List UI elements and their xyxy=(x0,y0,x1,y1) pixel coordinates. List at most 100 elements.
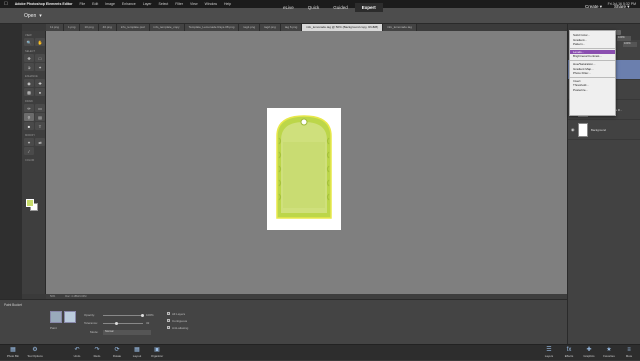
contiguous-checkbox[interactable] xyxy=(167,319,170,322)
photo-bin-button[interactable]: ▦ Photo Bin xyxy=(2,346,24,361)
tool-options-bar: Paint Bucket Paint Opacity: 100% Toleran… xyxy=(0,299,567,344)
panel-opacity-box[interactable]: 100% xyxy=(617,36,631,41)
open-button[interactable]: Open ▾ xyxy=(24,13,42,19)
effects-button[interactable]: fx Effects xyxy=(558,346,580,361)
layer-name[interactable]: Background xyxy=(591,128,606,132)
move-tool-icon[interactable]: ✥ xyxy=(24,54,34,62)
menu-image[interactable]: Image xyxy=(105,2,115,6)
eye-icon[interactable]: ◉ xyxy=(571,127,575,132)
fx-icon: fx xyxy=(566,347,572,353)
redo-button[interactable]: ↷ Redo xyxy=(86,346,108,361)
opacity-label: Opacity: xyxy=(84,313,96,317)
opacity-knob[interactable] xyxy=(141,314,144,317)
layers-button[interactable]: ☰ Layers xyxy=(538,346,560,361)
brush-icon[interactable]: ✏ xyxy=(24,104,34,112)
share-button[interactable]: Share ▾ xyxy=(614,4,630,10)
sponge-icon[interactable]: ▩ xyxy=(24,88,34,96)
menu-filter[interactable]: Filter xyxy=(175,2,183,6)
tolerance-slider[interactable] xyxy=(103,323,143,324)
gradient-icon[interactable]: ▤ xyxy=(35,113,45,121)
menu-layer[interactable]: Layer xyxy=(143,2,152,6)
menu-select[interactable]: Select xyxy=(159,2,169,6)
more-icon: ≡ xyxy=(627,347,631,353)
foreground-color-swatch[interactable] xyxy=(26,199,34,207)
document-tab[interactable]: info_template_copy xyxy=(149,24,185,31)
lasso-tool-icon[interactable]: ➲ xyxy=(24,63,34,71)
layout-button[interactable]: ▦ Layout xyxy=(126,346,148,361)
paint-bucket-icon[interactable]: ⚲ xyxy=(24,113,34,121)
menu-file[interactable]: File xyxy=(80,2,86,6)
document-tab[interactable]: tag1.png xyxy=(239,24,261,31)
menu-help[interactable]: Help xyxy=(224,2,231,6)
mode-elive[interactable]: eLive xyxy=(276,3,301,12)
graphics-button[interactable]: ✚ Graphics xyxy=(578,346,600,361)
photo-bin-icon: ▦ xyxy=(10,347,16,353)
zoom-tool-icon[interactable]: 🔍 xyxy=(24,38,34,46)
more-button[interactable]: ≡ More xyxy=(618,346,640,361)
document-tab[interactable]: 1.png xyxy=(63,24,81,31)
opacity-field[interactable]: 100% xyxy=(623,41,637,47)
opacity-value[interactable]: 100% xyxy=(146,313,154,317)
layers-icon: ☰ xyxy=(546,347,552,353)
trash-icon[interactable] xyxy=(616,29,621,35)
red-eye-icon[interactable]: ◉ xyxy=(24,79,34,87)
menu-window[interactable]: Window xyxy=(205,2,217,6)
document-tab[interactable]: Template_Lemonade Rays-08.png xyxy=(184,24,240,31)
document-tab[interactable]: 10.png xyxy=(80,24,99,31)
menu-item[interactable]: Photo Filter... xyxy=(570,71,615,76)
opacity-slider[interactable] xyxy=(103,315,143,316)
fill-pattern-icon[interactable] xyxy=(64,311,76,323)
menu-enhance[interactable]: Enhance xyxy=(122,2,136,6)
crop-icon[interactable]: ⌖ xyxy=(24,138,34,146)
document-tab[interactable]: info_lemonade.tag xyxy=(383,24,417,31)
document-tab[interactable]: tag 6.png xyxy=(280,24,303,31)
fill-paint-icon[interactable] xyxy=(50,311,62,323)
menu-edit[interactable]: Edit xyxy=(92,2,98,6)
text-icon[interactable]: T xyxy=(35,122,45,130)
document-canvas[interactable] xyxy=(267,108,341,230)
menu-separator xyxy=(570,76,615,78)
mode-expert[interactable]: Expert xyxy=(354,3,383,12)
fill-label: Paint xyxy=(50,326,57,330)
blur-icon[interactable]: ● xyxy=(35,88,45,96)
app-name[interactable]: Adobe Photoshop Elements Editor xyxy=(15,2,73,6)
organizer-button[interactable]: ▣ Organizer xyxy=(146,346,168,361)
mode-guided[interactable]: Guided xyxy=(326,3,355,12)
document-tab[interactable]: tag2.png xyxy=(260,24,281,31)
all-layers-checkbox[interactable] xyxy=(167,312,170,315)
document-tab[interactable]: 11.png xyxy=(46,24,64,31)
magic-wand-icon[interactable]: ✦ xyxy=(35,63,45,71)
marquee-tool-icon[interactable]: □ xyxy=(35,54,45,62)
mode-quick[interactable]: Quick xyxy=(301,3,327,12)
document-tab[interactable]: 40.png xyxy=(98,24,117,31)
star-icon: ★ xyxy=(606,347,612,353)
undo-button[interactable]: ↶ Undo xyxy=(66,346,88,361)
graphics-label: Graphics xyxy=(583,354,595,358)
anti-aliasing-checkbox[interactable] xyxy=(167,326,170,329)
menu-item[interactable]: Posterize... xyxy=(570,88,615,93)
spot-healing-icon[interactable]: ✚ xyxy=(35,79,45,87)
eraser-icon[interactable]: ▭ xyxy=(35,104,45,112)
rotate-button[interactable]: ⟳ Rotate xyxy=(106,346,128,361)
layer-row[interactable]: ◉ Background xyxy=(568,120,640,140)
create-button[interactable]: Create ▾ xyxy=(585,4,602,10)
straighten-icon[interactable]: ∕ xyxy=(24,147,34,155)
canvas-area[interactable] xyxy=(46,31,567,294)
favorites-button[interactable]: ★ Favorites xyxy=(598,346,620,361)
zoom-level[interactable]: 50% xyxy=(50,295,55,298)
more-label: More xyxy=(625,354,633,358)
menu-item[interactable]: Brightness/Contrast... xyxy=(570,54,615,59)
document-tab[interactable]: info_lemonade.tag @ 50% (Background copy… xyxy=(302,24,384,31)
apple-icon[interactable]:  xyxy=(4,1,8,7)
shape-icon[interactable]: ■ xyxy=(24,122,34,130)
menu-item[interactable]: Pattern... xyxy=(570,42,615,47)
mode-select[interactable]: Normal xyxy=(103,330,151,335)
tolerance-knob[interactable] xyxy=(115,322,118,325)
recompose-icon[interactable]: ⇄ xyxy=(35,138,45,146)
tool-options-button[interactable]: ⚙ Tool Options xyxy=(24,346,46,361)
hand-tool-icon[interactable]: ✋ xyxy=(35,38,45,46)
menu-view[interactable]: View xyxy=(190,2,198,6)
tolerance-value[interactable]: 32 xyxy=(146,321,149,325)
document-tab[interactable]: info_template.psd xyxy=(116,24,150,31)
organizer-icon: ▣ xyxy=(154,347,160,353)
